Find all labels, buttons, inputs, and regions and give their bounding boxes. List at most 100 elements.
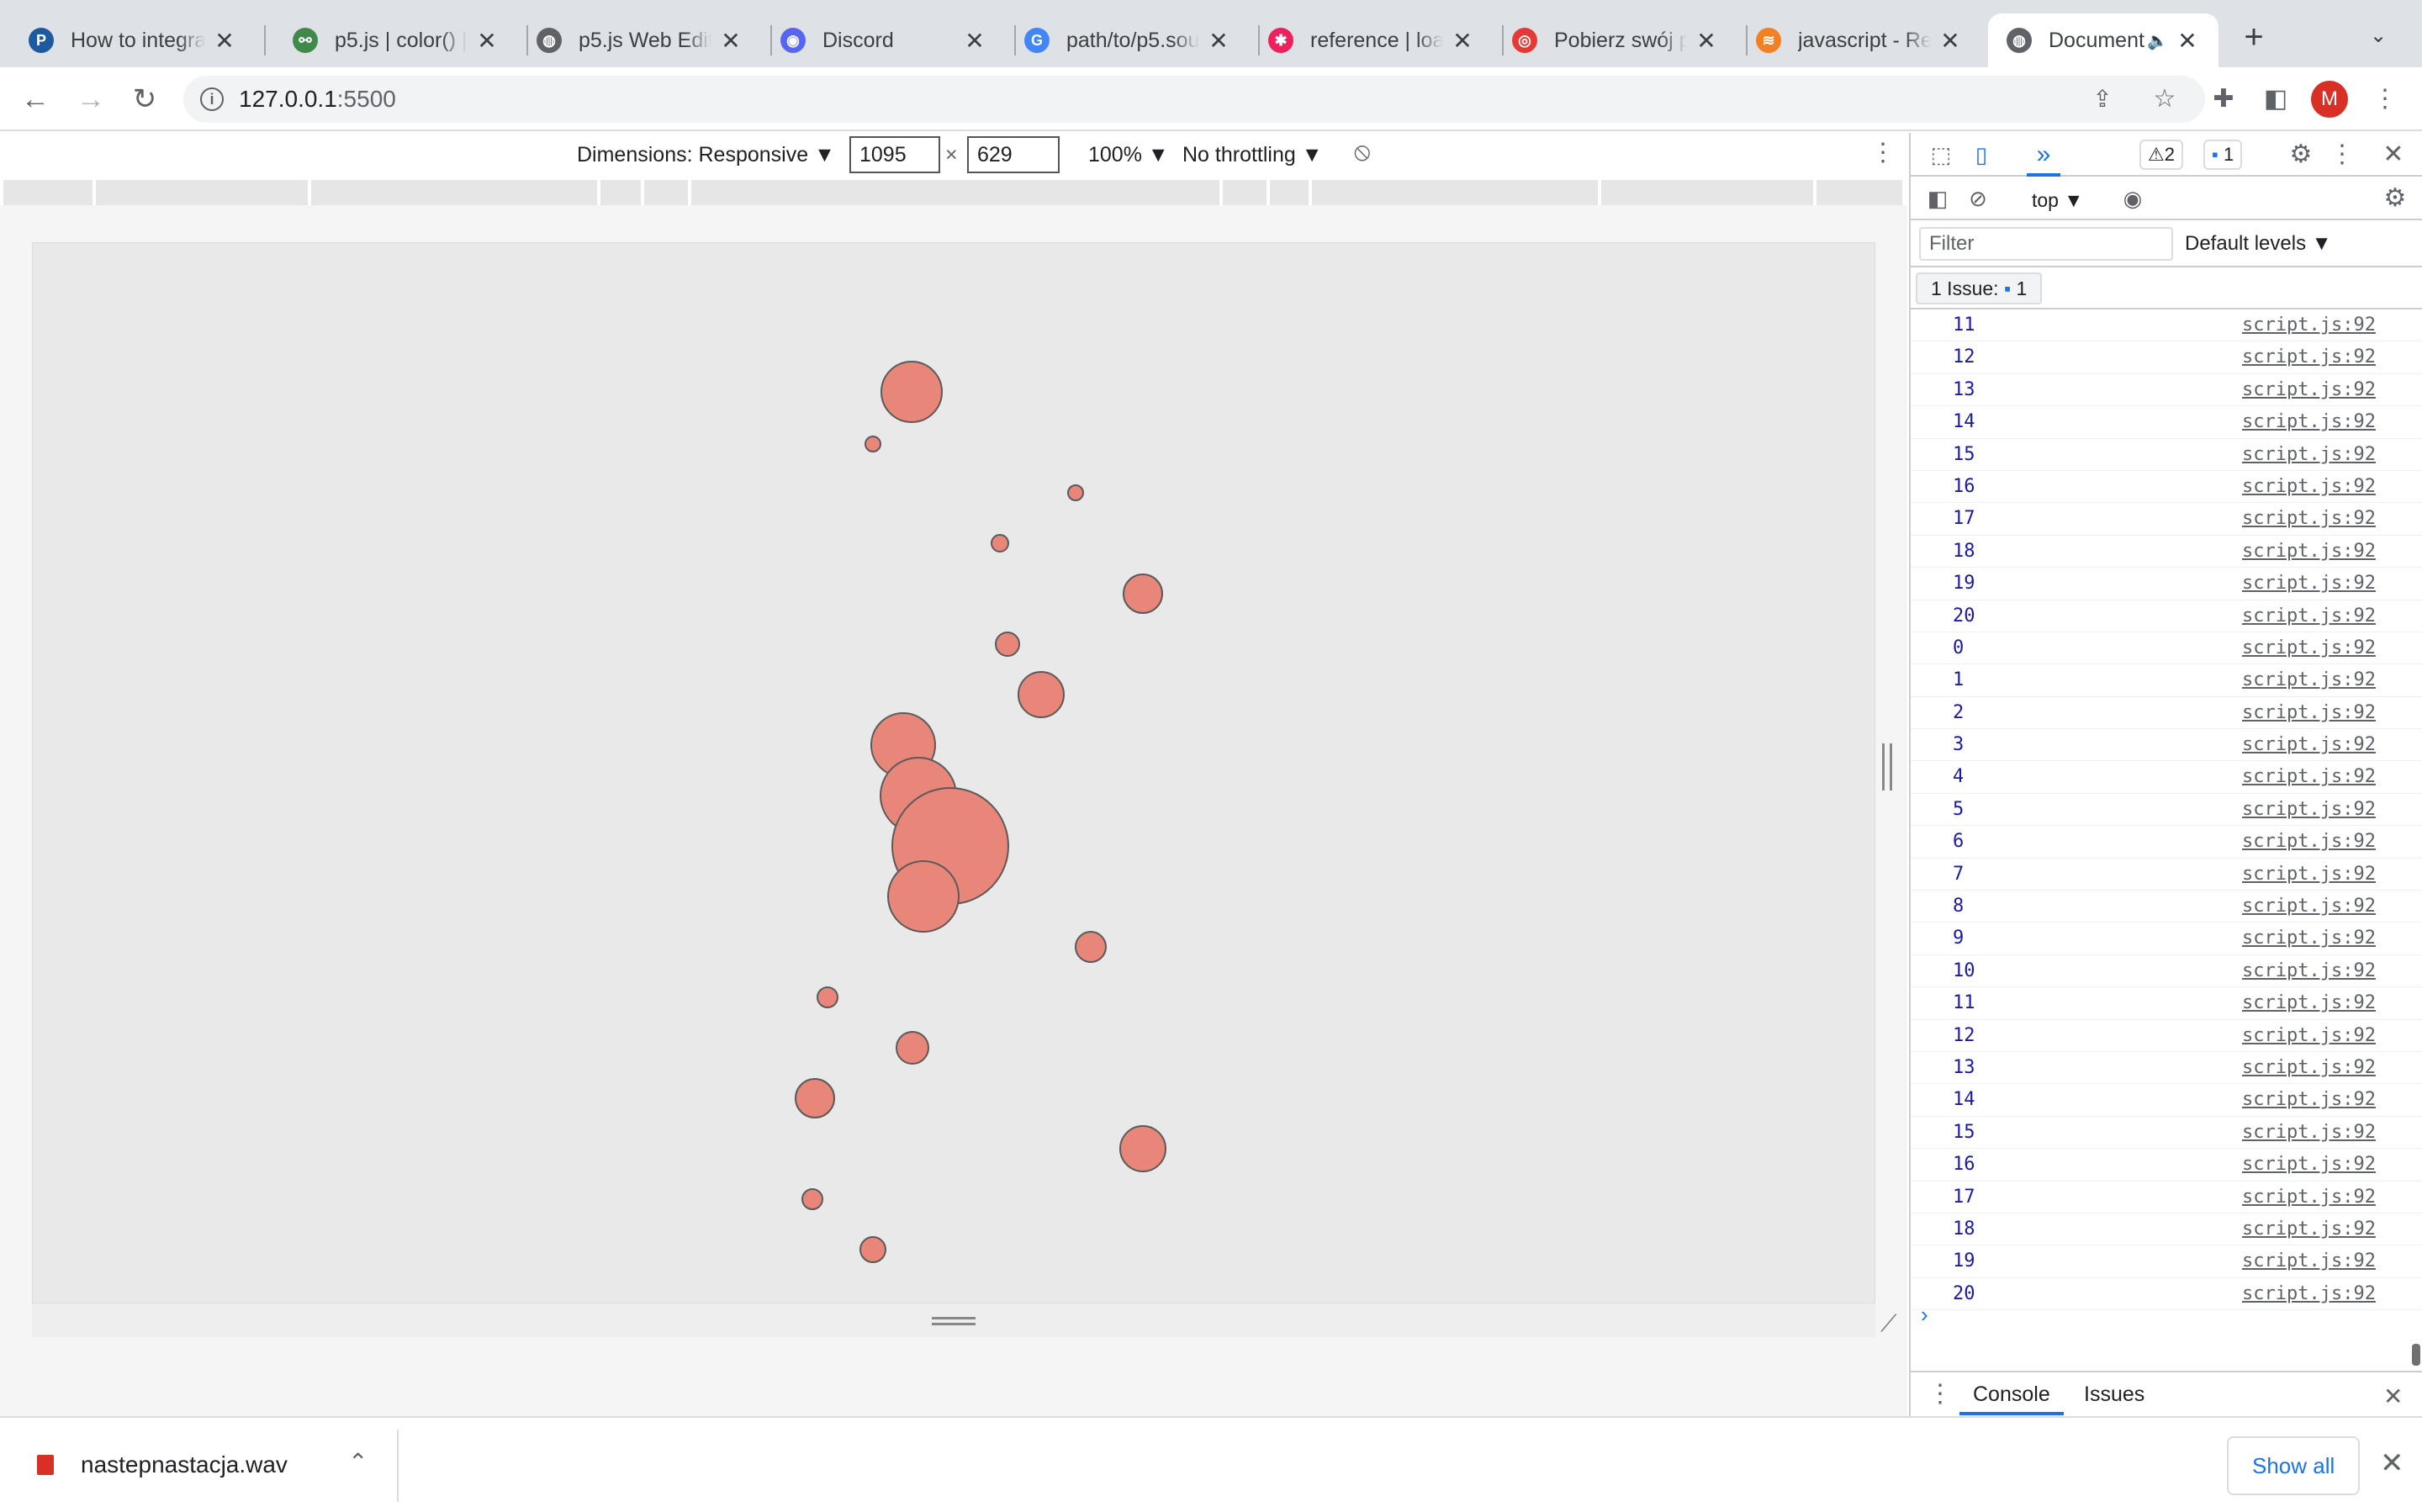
log-source-link[interactable]: script.js:92	[2242, 379, 2376, 400]
sidebar-toggle-icon[interactable]: ◧	[1922, 183, 1953, 214]
tab-issues[interactable]: Issues	[2084, 1382, 2144, 1407]
log-source-link[interactable]: script.js:92	[2242, 411, 2376, 432]
throttling-dropdown[interactable]: No throttling ▼	[1182, 143, 1322, 167]
console-settings-gear-icon[interactable]: ⚙	[2380, 183, 2410, 214]
height-input[interactable]: 629	[967, 136, 1060, 173]
download-options-chevron-icon[interactable]: ⌃	[348, 1448, 368, 1476]
new-tab-button[interactable]: +	[2237, 19, 2271, 56]
log-source-link[interactable]: script.js:92	[2242, 992, 2376, 1013]
address-bar[interactable]: i 127.0.0.1:5500 ⇪ ☆	[183, 76, 2205, 123]
tab-close-icon[interactable]: ✕	[1694, 27, 1719, 55]
log-source-link[interactable]: script.js:92	[2242, 637, 2376, 658]
log-source-link[interactable]: script.js:92	[2242, 573, 2376, 594]
clear-console-icon[interactable]: ⊘	[1963, 183, 1993, 214]
log-source-link[interactable]: script.js:92	[2242, 1122, 2376, 1143]
log-source-link[interactable]: script.js:92	[2242, 960, 2376, 981]
log-source-link[interactable]: script.js:92	[2242, 508, 2376, 529]
log-source-link[interactable]: script.js:92	[2242, 1025, 2376, 1046]
settings-gear-icon[interactable]: ⚙	[2286, 140, 2316, 170]
messages-badge[interactable]: ▪ 1	[2203, 140, 2243, 170]
bookmark-star-icon[interactable]: ☆	[2148, 82, 2181, 116]
log-source-link[interactable]: script.js:92	[2242, 605, 2376, 626]
log-source-link[interactable]: script.js:92	[2242, 1089, 2376, 1110]
log-source-link[interactable]: script.js:92	[2242, 1283, 2376, 1304]
log-source-link[interactable]: script.js:92	[2242, 831, 2376, 852]
log-source-link[interactable]: script.js:92	[2242, 766, 2376, 787]
log-source-link[interactable]: script.js:92	[2242, 896, 2376, 917]
viewport-right-resize-handle[interactable]	[1882, 743, 1892, 790]
log-source-link[interactable]: script.js:92	[2242, 799, 2376, 820]
context-selector[interactable]: top ▼	[2032, 185, 2099, 215]
dimensions-dropdown[interactable]: Dimensions: Responsive ▼	[577, 143, 835, 167]
browser-tab[interactable]: ◉ Discord ✕	[762, 13, 1006, 67]
ruler-segment[interactable]	[1270, 180, 1312, 205]
log-source-link[interactable]: script.js:92	[2242, 734, 2376, 755]
ruler-segment[interactable]	[3, 180, 96, 205]
forward-arrow-icon[interactable]: →	[74, 82, 108, 116]
width-input[interactable]: 1095	[849, 136, 940, 173]
log-source-link[interactable]: script.js:92	[2242, 702, 2376, 723]
reload-icon[interactable]: ↻	[128, 82, 161, 116]
site-info-icon[interactable]: i	[200, 87, 224, 111]
browser-tab[interactable]: ◍ Document 🔈 ✕	[1988, 13, 2218, 67]
log-source-link[interactable]: script.js:92	[2242, 1187, 2376, 1208]
profile-avatar[interactable]: M	[2311, 81, 2348, 118]
ruler-segment[interactable]	[96, 180, 311, 205]
close-download-shelf-icon[interactable]: ✕	[2380, 1446, 2404, 1480]
log-source-link[interactable]: script.js:92	[2242, 444, 2376, 465]
browser-tab[interactable]: P How to integra ✕	[10, 13, 256, 67]
ruler-segment[interactable]	[600, 180, 644, 205]
log-source-link[interactable]: script.js:92	[2242, 1154, 2376, 1175]
tab-close-icon[interactable]: ✕	[962, 27, 987, 55]
log-levels-dropdown[interactable]: Default levels ▼	[2185, 232, 2332, 256]
filter-input[interactable]: Filter	[1919, 227, 2173, 261]
ruler-segment[interactable]	[644, 180, 691, 205]
browser-tab[interactable]: ◎ Pobierz swój p ✕	[1494, 13, 1737, 67]
more-panels-chevron-icon[interactable]: »	[2027, 140, 2060, 177]
audio-playing-icon[interactable]: 🔈	[2147, 30, 2168, 51]
log-source-link[interactable]: script.js:92	[2242, 315, 2376, 336]
devtools-menu-icon[interactable]: ⋮	[2329, 140, 2355, 170]
close-devtools-icon[interactable]: ✕	[2378, 140, 2409, 170]
rotate-icon[interactable]: ⦸	[1354, 138, 1371, 167]
viewport-corner-resize-icon[interactable]: ⟋	[1880, 1310, 1897, 1338]
media-query-ruler[interactable]	[0, 180, 1907, 205]
live-expression-eye-icon[interactable]: ◉	[2116, 183, 2150, 214]
viewport-bottom-resize-handle[interactable]	[32, 1303, 1875, 1337]
ruler-segment[interactable]	[1223, 180, 1270, 205]
device-toggle-icon[interactable]: ▯	[1966, 140, 1996, 170]
log-source-link[interactable]: script.js:92	[2242, 864, 2376, 885]
log-source-link[interactable]: script.js:92	[2242, 346, 2376, 367]
p5-canvas[interactable]	[32, 242, 1875, 1303]
console-scrollbar[interactable]	[2412, 1344, 2420, 1366]
ruler-segment[interactable]	[311, 180, 600, 205]
log-source-link[interactable]: script.js:92	[2242, 1250, 2376, 1271]
drawer-menu-icon[interactable]: ⋮	[1928, 1379, 1953, 1409]
log-source-link[interactable]: script.js:92	[2242, 476, 2376, 497]
browser-tab[interactable]: ⚯ p5.js | color() | ✕	[274, 13, 518, 67]
url-text[interactable]: 127.0.0.1:5500	[239, 86, 396, 113]
extensions-puzzle-icon[interactable]: ✚	[2207, 82, 2240, 116]
log-source-link[interactable]: script.js:92	[2242, 1057, 2376, 1078]
show-all-button[interactable]: Show all	[2227, 1436, 2361, 1495]
tab-close-icon[interactable]: ✕	[474, 27, 500, 55]
download-filename[interactable]: nastepnastacja.wav	[81, 1451, 288, 1478]
tab-search-chevron-icon[interactable]: ⌄	[2370, 24, 2387, 48]
browser-tab[interactable]: Gpath/to/p5.sou ✕	[1006, 13, 1250, 67]
device-toolbar-menu-icon[interactable]: ⋮	[1870, 138, 1896, 167]
close-drawer-icon[interactable]: ✕	[2383, 1382, 2403, 1410]
tab-close-icon[interactable]: ✕	[2175, 27, 2200, 55]
ruler-segment[interactable]	[691, 180, 1223, 205]
log-source-link[interactable]: script.js:92	[2242, 1219, 2376, 1240]
browser-tab[interactable]: ≋ javascript - Re ✕	[1737, 13, 1981, 67]
log-source-link[interactable]: script.js:92	[2242, 928, 2376, 949]
tab-close-icon[interactable]: ✕	[1450, 27, 1475, 55]
tab-console[interactable]: Console	[1959, 1382, 2064, 1415]
tab-close-icon[interactable]: ✕	[1938, 27, 1963, 55]
tab-close-icon[interactable]: ✕	[212, 27, 237, 55]
side-panel-icon[interactable]: ◧	[2259, 82, 2292, 116]
back-arrow-icon[interactable]: ←	[19, 82, 52, 116]
browser-tab[interactable]: ◍ p5.js Web Edit ✕	[518, 13, 762, 67]
tab-close-icon[interactable]: ✕	[1206, 27, 1231, 55]
warnings-badge[interactable]: ⚠2	[2139, 140, 2183, 170]
